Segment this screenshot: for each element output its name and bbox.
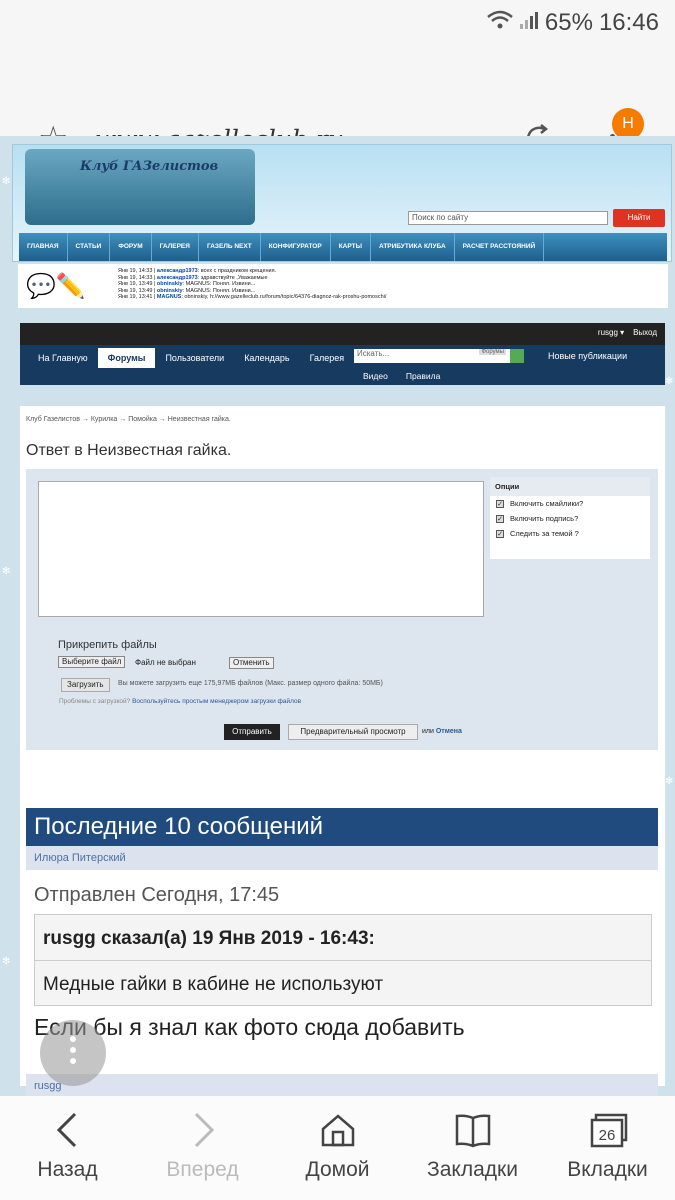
quote-body: Медные гайки в кабине не используют <box>43 974 384 995</box>
checkbox[interactable]: ✓ <box>496 529 504 538</box>
choose-file-button[interactable]: Выберите файл <box>58 656 126 668</box>
menu-item[interactable]: ФОРУМ <box>110 233 152 261</box>
menu-item[interactable]: ГАЛЕРЕЯ <box>152 233 199 261</box>
bookmarks-button[interactable]: Закладки <box>405 1096 540 1200</box>
submit-row: Отправить Предварительный просмотр или О… <box>26 714 658 750</box>
tab-users[interactable]: Пользователи <box>155 348 234 368</box>
forum-userbar: rusgg ▾ Выход <box>20 323 665 345</box>
tab-home[interactable]: На Главную <box>28 348 98 368</box>
search-scope[interactable]: Форумы <box>479 349 506 355</box>
battery-level: 65% <box>544 9 593 36</box>
status-bar: 65% 16:46 <box>0 0 675 48</box>
quote-header: rusgg сказал(а) 19 Янв 2019 - 16:43: <box>35 915 651 961</box>
svg-text:26: 26 <box>598 1127 615 1144</box>
site-search-button[interactable]: Найти <box>613 209 665 227</box>
reply-textarea[interactable] <box>38 481 484 617</box>
menu-item[interactable]: СТАТЬИ <box>68 233 111 261</box>
checkbox[interactable]: ✓ <box>496 499 504 508</box>
attach-label: Прикрепить файлы <box>58 639 157 651</box>
forward-button[interactable]: Вперед <box>135 1096 270 1200</box>
menu-item[interactable]: ГАЗЕЛЬ NEXT <box>199 233 261 261</box>
site-menu: ГЛАВНАЯ СТАТЬИ ФОРУМ ГАЛЕРЕЯ ГАЗЕЛЬ NEXT… <box>19 233 667 261</box>
forum-body: Клуб Газелистов → Курилка → Помойка → Не… <box>20 406 665 1096</box>
wifi-icon <box>487 9 513 37</box>
browser-toolbar: ☆ www.gazelleclub.ru H <box>0 48 675 157</box>
cancel-file-button[interactable]: Отменить <box>229 657 274 669</box>
forum-search-input[interactable]: Искать... Форумы <box>354 349 510 363</box>
upload-problem: Проблемы с загрузкой? Воспользуйтесь про… <box>59 698 302 705</box>
tab-rules[interactable]: Правила <box>397 371 450 381</box>
send-button[interactable]: Отправить <box>224 724 280 740</box>
post-author[interactable]: rusgg <box>26 1074 658 1096</box>
back-button[interactable]: Назад <box>0 1096 135 1200</box>
quote-block: rusgg сказал(а) 19 Янв 2019 - 16:43: Мед… <box>34 914 652 1006</box>
shout-lines: Янв 19, 14:33 | александр1973: всех с пр… <box>118 268 387 300</box>
menu-item[interactable]: АТРИБУТИКА КЛУБА <box>371 233 455 261</box>
home-icon <box>270 1112 405 1152</box>
tab-video[interactable]: Видео <box>354 371 397 381</box>
preview-button[interactable]: Предварительный просмотр <box>288 724 418 740</box>
signal-icon <box>519 9 539 37</box>
no-file-text: Файл не выбран <box>135 658 196 667</box>
forward-icon <box>135 1112 270 1152</box>
post-author[interactable]: Илюра Питерский <box>26 846 658 870</box>
tab-gallery[interactable]: Галерея <box>300 348 355 368</box>
clock: 16:46 <box>598 9 659 36</box>
site-search-input[interactable]: Поиск по сайту <box>408 211 608 225</box>
menu-item[interactable]: ГЛАВНАЯ <box>19 233 68 261</box>
search-icon[interactable] <box>510 349 524 363</box>
menu-item[interactable]: КАРТЫ <box>331 233 371 261</box>
web-content: ✻ ✻ ✻ ✻ ✻ Клуб ГАЗелистов Поиск по сайту… <box>0 136 675 1096</box>
menu-item[interactable]: РАСЧЕТ РАССТОЯНИЙ <box>455 233 545 261</box>
upload-note: Вы можете загрузить еще 175,97МБ файлов … <box>118 680 383 687</box>
site-header: Клуб ГАЗелистов Поиск по сайту Найти ГЛА… <box>12 144 672 262</box>
page-title: Ответ в Неизвестная гайка. <box>26 442 232 459</box>
home-button[interactable]: Домой <box>270 1096 405 1200</box>
post-date: Отправлен Сегодня, 17:45 <box>34 884 280 906</box>
logout-link[interactable]: Выход <box>633 328 657 337</box>
user-menu[interactable]: rusgg ▾ <box>598 328 624 337</box>
chat-icon: 💬✏️ <box>26 273 86 300</box>
new-posts-link[interactable]: Новые публикации <box>548 351 627 361</box>
reply-editor: Прикрепить файлы Выберите файл Файл не в… <box>26 469 658 714</box>
options-panel: Опции ✓ Включить смайлики? ✓ Включить подп… <box>490 477 650 559</box>
tabs-button[interactable]: 26 Вкладки <box>540 1096 675 1200</box>
site-logo[interactable]: Клуб ГАЗелистов <box>25 149 255 225</box>
cancel-link[interactable]: Отмена <box>436 728 462 735</box>
tabs-icon: 26 <box>540 1112 675 1152</box>
last-10-header: Последние 10 сообщений <box>26 808 658 846</box>
floating-menu-button[interactable] <box>40 1020 106 1086</box>
checkbox[interactable]: ✓ <box>496 514 504 523</box>
simple-uploader-link[interactable]: Воспользуйтесь простым менеджером загруз… <box>132 698 301 705</box>
forum-nav: На Главную Форумы Пользователи Календарь… <box>20 345 665 385</box>
upload-button[interactable]: Загрузить <box>61 678 110 692</box>
bottom-nav: Назад Вперед Домой Закладки 26 Вкладки <box>0 1096 675 1200</box>
tab-forums[interactable]: Форумы <box>97 348 156 368</box>
bookmarks-icon <box>405 1112 540 1152</box>
menu-item[interactable]: КОНФИГУРАТОР <box>261 233 331 261</box>
tab-calendar[interactable]: Календарь <box>234 348 299 368</box>
shoutbox: 💬✏️ Янв 19, 14:33 | александр1973: всех … <box>18 264 668 308</box>
breadcrumb[interactable]: Клуб Газелистов → Курилка → Помойка → Не… <box>26 416 231 423</box>
back-icon <box>0 1112 135 1152</box>
